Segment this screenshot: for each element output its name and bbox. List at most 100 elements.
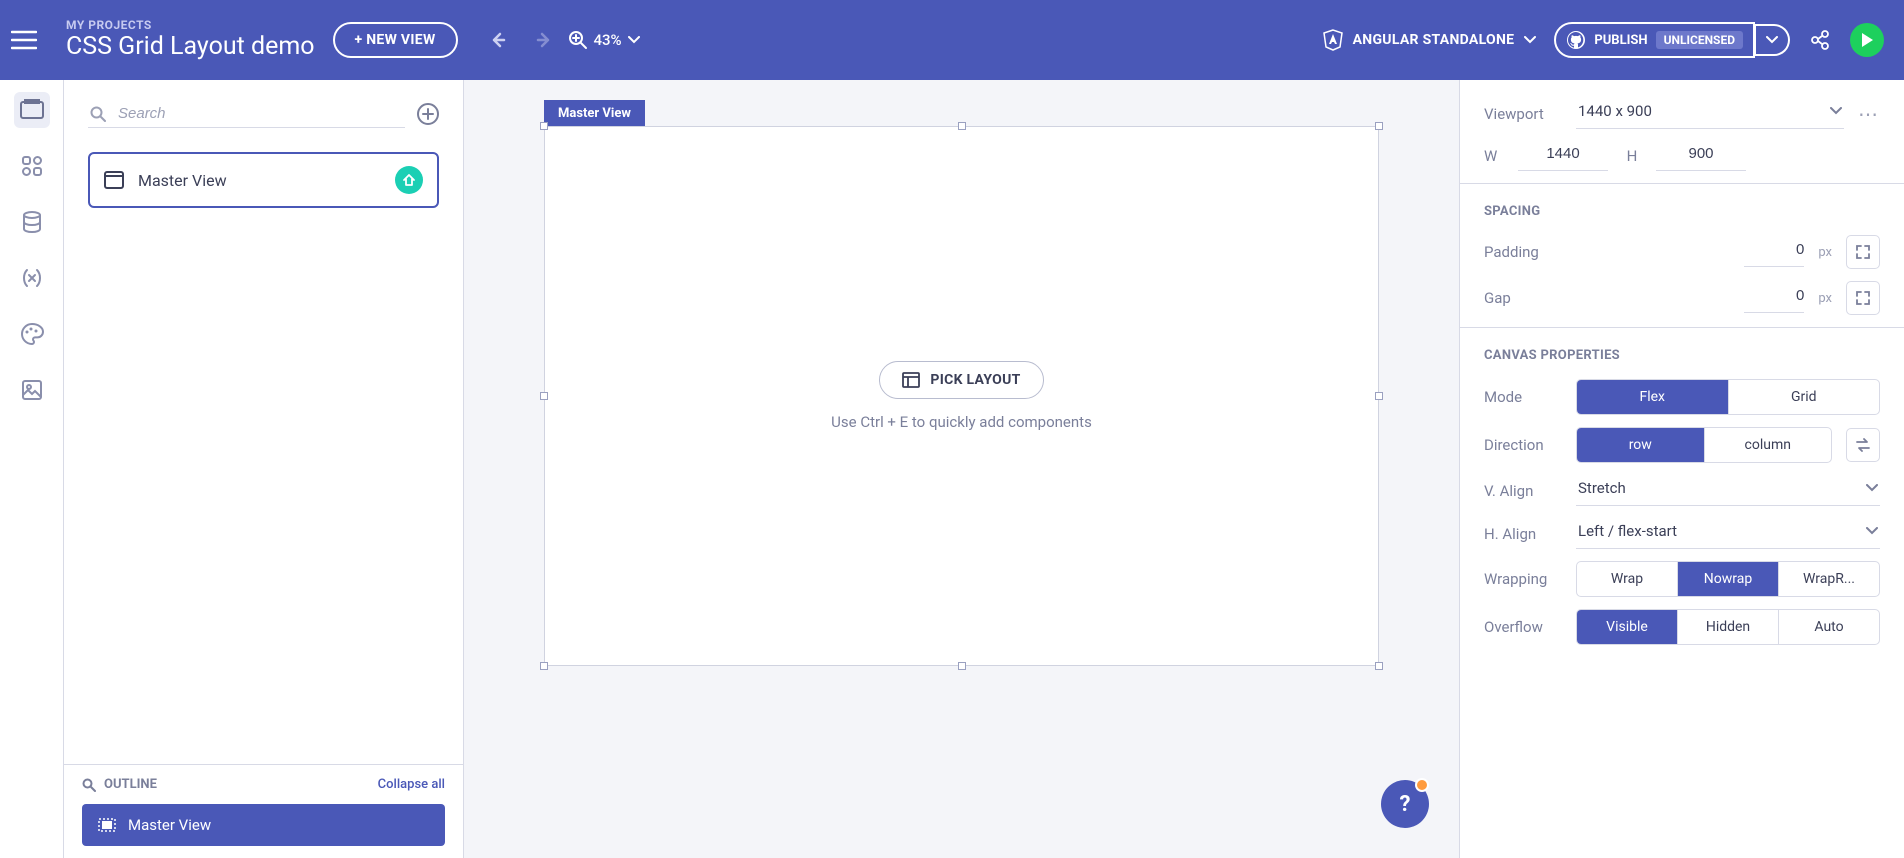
menu-button[interactable] — [10, 26, 38, 54]
halign-label: H. Align — [1484, 525, 1562, 543]
overflow-auto[interactable]: Auto — [1779, 610, 1879, 644]
wrap-wrapreverse[interactable]: WrapR... — [1779, 562, 1879, 596]
tool-rail — [0, 80, 64, 858]
share-icon — [1810, 30, 1830, 50]
database-icon — [21, 210, 43, 234]
padding-label: Padding — [1484, 243, 1562, 261]
pick-layout-button[interactable]: PICK LAYOUT — [879, 361, 1043, 399]
viewport-label: Viewport — [1484, 105, 1562, 123]
canvas-tab: Master View — [544, 100, 645, 127]
run-button[interactable] — [1850, 23, 1884, 57]
add-view-button[interactable] — [417, 103, 439, 125]
rail-data-button[interactable] — [14, 204, 50, 240]
framework-selector[interactable]: ANGULAR STANDALONE — [1323, 29, 1537, 51]
zoom-control[interactable]: 43% — [568, 30, 640, 50]
share-button[interactable] — [1808, 30, 1832, 50]
direction-row[interactable]: row — [1577, 428, 1705, 462]
height-input[interactable] — [1656, 141, 1746, 171]
palette-icon — [20, 322, 44, 346]
overflow-label: Overflow — [1484, 618, 1562, 636]
plus-icon — [422, 108, 434, 120]
chevron-down-icon — [628, 36, 640, 44]
publish-label: PUBLISH — [1594, 33, 1647, 48]
padding-expand-button[interactable] — [1846, 235, 1880, 269]
width-input[interactable] — [1518, 141, 1608, 171]
viewport-select[interactable]: 1440 x 900 — [1576, 98, 1844, 129]
valign-label: V. Align — [1484, 482, 1562, 500]
gap-unit: px — [1818, 291, 1832, 306]
outline-item-master[interactable]: Master View — [82, 804, 445, 846]
collapse-all-link[interactable]: Collapse all — [378, 777, 445, 792]
zoom-in-icon — [568, 30, 588, 50]
license-badge: UNLICENSED — [1656, 31, 1743, 49]
mode-label: Mode — [1484, 388, 1562, 406]
overflow-segmented: Visible Hidden Auto — [1576, 609, 1880, 645]
play-icon — [1860, 32, 1874, 48]
mode-grid[interactable]: Grid — [1729, 380, 1880, 414]
redo-icon — [530, 32, 550, 48]
canvas-hint: Use Ctrl + E to quickly add components — [831, 413, 1092, 431]
height-label: H — [1622, 147, 1642, 165]
gap-expand-button[interactable] — [1846, 281, 1880, 315]
gap-label: Gap — [1484, 289, 1562, 307]
breadcrumb[interactable]: MY PROJECTS — [66, 18, 315, 32]
publish-button[interactable]: PUBLISH UNLICENSED — [1554, 22, 1755, 58]
zoom-value: 43% — [594, 31, 622, 49]
valign-select[interactable]: Stretch — [1576, 475, 1880, 506]
view-item-master[interactable]: Master View — [88, 152, 439, 208]
outline-title: OUTLINE — [104, 777, 157, 792]
swap-icon — [1855, 438, 1871, 452]
padding-unit: px — [1818, 245, 1832, 260]
rail-variables-button[interactable] — [14, 260, 50, 296]
direction-label: Direction — [1484, 436, 1562, 454]
redo-button[interactable] — [530, 30, 550, 50]
chevron-down-icon — [1524, 36, 1536, 44]
components-icon — [21, 155, 43, 177]
viewport-value: 1440 x 900 — [1578, 102, 1652, 120]
mode-segmented: Flex Grid — [1576, 379, 1880, 415]
direction-swap-button[interactable] — [1846, 428, 1880, 462]
title-block: MY PROJECTS CSS Grid Layout demo — [66, 18, 315, 62]
angular-icon — [1323, 29, 1343, 51]
search-icon — [90, 106, 106, 122]
wrap-wrap[interactable]: Wrap — [1577, 562, 1678, 596]
more-button[interactable]: ⋯ — [1858, 102, 1880, 126]
direction-segmented: row column — [1576, 427, 1832, 463]
padding-input[interactable] — [1744, 237, 1804, 267]
direction-column[interactable]: column — [1705, 428, 1832, 462]
new-view-button[interactable]: + NEW VIEW — [333, 22, 458, 58]
wrapping-label: Wrapping — [1484, 570, 1562, 588]
screens-icon — [20, 99, 44, 121]
rail-theme-button[interactable] — [14, 316, 50, 352]
gap-input[interactable] — [1744, 283, 1804, 313]
wrapping-segmented: Wrap Nowrap WrapR... — [1576, 561, 1880, 597]
publish-dropdown[interactable] — [1755, 24, 1790, 56]
view-frame-icon — [104, 171, 124, 189]
overflow-visible[interactable]: Visible — [1577, 610, 1678, 644]
width-label: W — [1484, 147, 1504, 165]
publish-group: PUBLISH UNLICENSED — [1554, 22, 1790, 58]
main-area: Master View OUTLINE Collapse all Master … — [0, 80, 1904, 858]
halign-select[interactable]: Left / flex-start — [1576, 518, 1880, 549]
search-input[interactable] — [116, 104, 403, 123]
valign-value: Stretch — [1578, 479, 1626, 497]
github-icon — [1566, 30, 1586, 50]
rail-components-button[interactable] — [14, 148, 50, 184]
search-field[interactable] — [88, 100, 405, 128]
expand-icon — [1855, 290, 1871, 306]
canvas-area[interactable]: Master View PICK LAYOUT Use Ctrl + E to … — [464, 80, 1459, 858]
undo-button[interactable] — [492, 30, 512, 50]
overflow-hidden[interactable]: Hidden — [1678, 610, 1779, 644]
views-sidebar: Master View OUTLINE Collapse all Master … — [64, 80, 464, 858]
outline-section: OUTLINE Collapse all Master View — [64, 764, 463, 858]
history-actions — [492, 30, 550, 50]
hamburger-icon — [11, 30, 37, 50]
wrap-nowrap[interactable]: Nowrap — [1678, 562, 1779, 596]
canvas-frame[interactable]: PICK LAYOUT Use Ctrl + E to quickly add … — [544, 126, 1379, 666]
rail-views-button[interactable] — [14, 92, 50, 128]
project-title: CSS Grid Layout demo — [66, 32, 315, 62]
undo-icon — [492, 32, 512, 48]
rail-assets-button[interactable] — [14, 372, 50, 408]
home-icon — [402, 173, 416, 187]
mode-flex[interactable]: Flex — [1577, 380, 1729, 414]
